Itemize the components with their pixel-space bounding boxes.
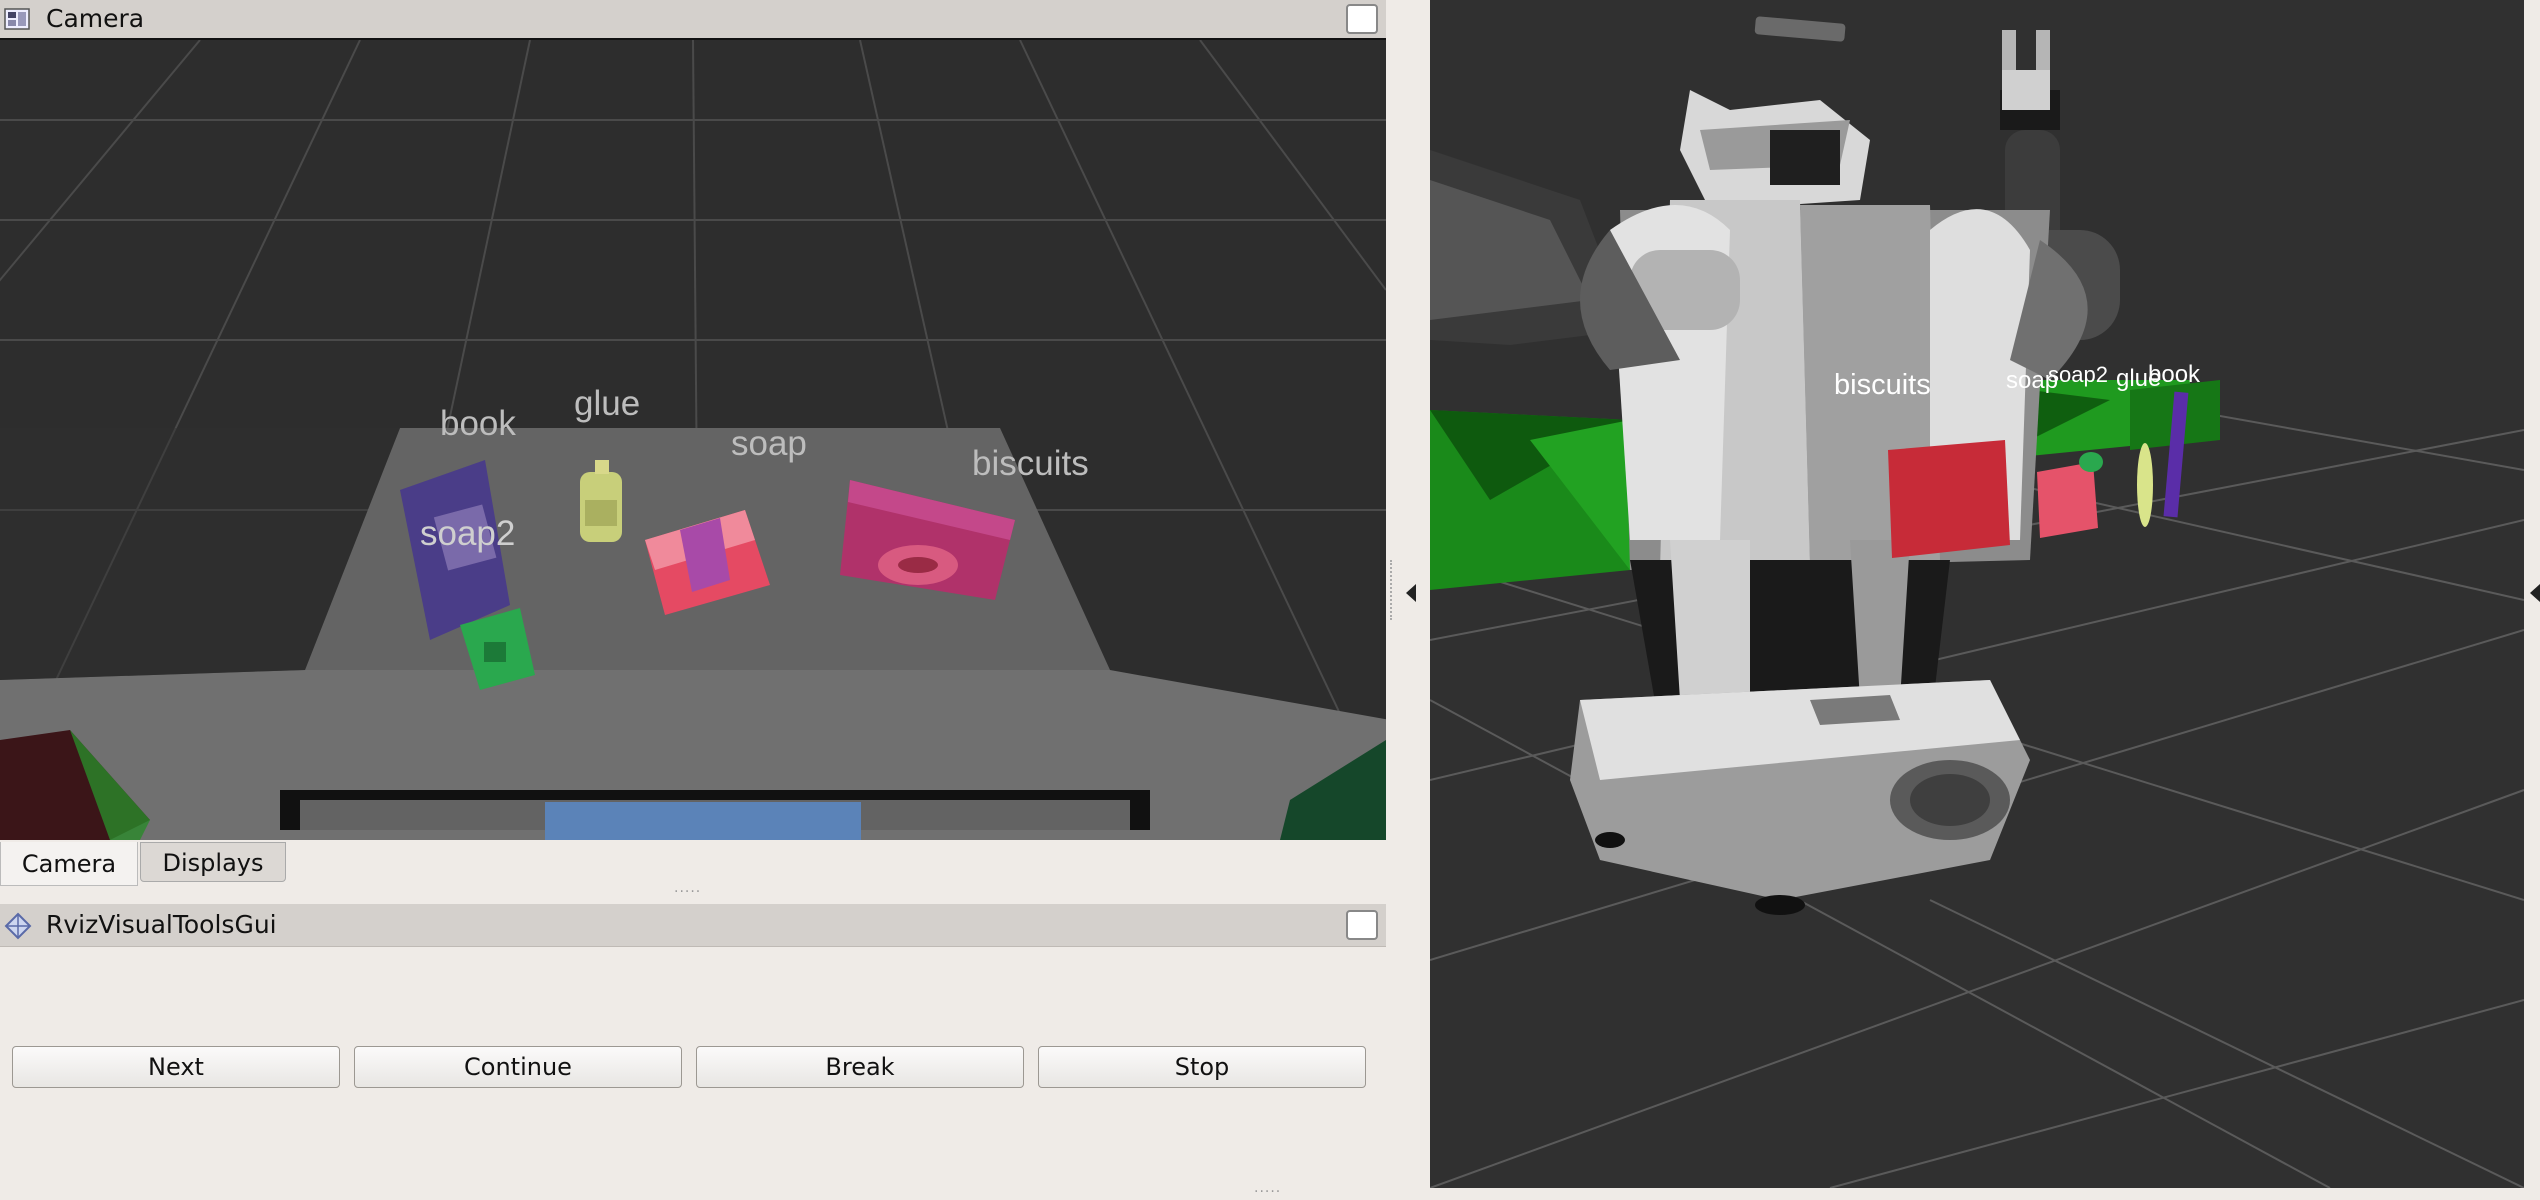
rviz-tools-title: RvizVisualToolsGui (46, 910, 277, 939)
right-collapse-icon[interactable] (2530, 584, 2540, 602)
camera-label-biscuits: biscuits (972, 444, 1089, 483)
main-label-soap2: soap2 (2048, 362, 2108, 387)
main-3d-view[interactable]: biscuits soap soap2 glue book (1430, 0, 2524, 1188)
main-splitter[interactable] (1386, 0, 1430, 1200)
main-label-biscuits: biscuits (1834, 369, 1931, 401)
rviz-tools-titlebar: RvizVisualToolsGui (0, 904, 1386, 947)
camera-label-glue: glue (574, 384, 640, 423)
camera-label-soap: soap (731, 424, 807, 463)
camera-label-book: book (440, 404, 516, 443)
camera-view[interactable]: book glue soap biscuits soap2 (0, 40, 1386, 840)
camera-panel-title: Camera (46, 4, 145, 33)
camera-panel-titlebar: Camera (0, 0, 1386, 39)
left-arrow-icon[interactable] (1406, 584, 1416, 602)
break-button[interactable]: Break (696, 1046, 1024, 1088)
tab-camera[interactable]: Camera (0, 842, 138, 886)
dock-resize-grip[interactable]: ····· (674, 884, 701, 900)
rviz-tools-icon (4, 912, 32, 940)
rviz-tools-float-button[interactable] (1346, 910, 1378, 940)
splitter-grip (1390, 560, 1394, 620)
camera-panel-icon (4, 8, 30, 30)
main-label-book: book (2148, 361, 2201, 388)
camera-label-soap2: soap2 (420, 514, 515, 553)
camera-float-button[interactable] (1346, 4, 1378, 34)
continue-button[interactable]: Continue (354, 1046, 682, 1088)
stop-button[interactable]: Stop (1038, 1046, 1366, 1088)
bottom-resize-grip[interactable]: ····· (1254, 1184, 1281, 1200)
next-button[interactable]: Next (12, 1046, 340, 1088)
tab-displays[interactable]: Displays (140, 842, 286, 882)
